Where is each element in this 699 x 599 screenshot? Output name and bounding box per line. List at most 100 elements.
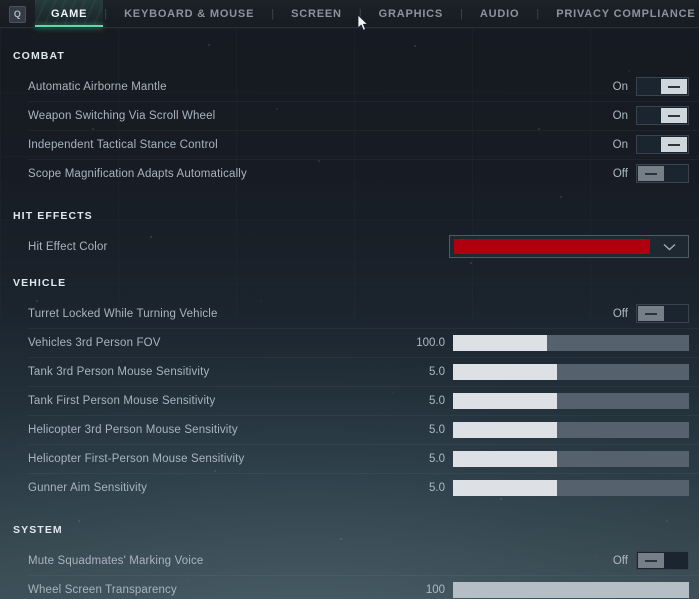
settings-tab-bar: Q GAME | KEYBOARD & MOUSE | SCREEN | GRAPHICS |… [0,0,699,28]
setting-label: Helicopter 3rd Person Mouse Sensitivity [28,423,238,436]
tab-keyboard-mouse[interactable]: KEYBOARD & MOUSE [108,0,270,28]
setting-row[interactable]: Gunner Aim Sensitivity 5.0 [0,473,699,502]
mouse-cursor [358,15,369,31]
tab-privacy-compliance[interactable]: PRIVACY COMPLIANCE [540,0,699,28]
prev-page-key-q[interactable]: Q [9,5,26,23]
setting-row[interactable]: Tank 3rd Person Mouse Sensitivity 5.0 [0,357,699,386]
setting-label: Wheel Screen Transparency [28,583,177,596]
slider-fill [453,581,689,598]
slider-fill [453,334,548,351]
setting-toggle[interactable] [636,304,689,323]
tab-label: GRAPHICS [378,8,444,20]
tab-graphics[interactable]: GRAPHICS [363,0,459,28]
setting-label: Tank First Person Mouse Sensitivity [28,394,216,407]
setting-row[interactable]: Vehicles 3rd Person FOV 100.0 [0,328,699,357]
tab-label: KEYBOARD & MOUSE [124,8,255,20]
prev-page-key-label: Q [13,9,22,19]
setting-value: On [612,109,628,122]
setting-row[interactable]: Wheel Screen Transparency 100 [0,575,699,599]
active-tab-underline [35,25,104,28]
setting-row[interactable]: Helicopter First-Person Mouse Sensitivit… [0,444,699,473]
setting-toggle[interactable] [636,77,689,96]
setting-row[interactable]: Mute Squadmates' Marking Voice Off [0,546,699,575]
setting-slider[interactable] [453,421,689,438]
hit-effect-color-dropdown[interactable] [449,235,689,258]
setting-value: 5.0 [429,452,445,465]
slider-fill [453,392,557,409]
tab-label: PRIVACY COMPLIANCE [556,8,696,20]
section-title-combat: COMBAT [13,50,65,62]
setting-label: Weapon Switching Via Scroll Wheel [28,109,216,122]
toggle-knob [661,137,687,152]
setting-row[interactable]: Independent Tactical Stance Control On [0,130,699,159]
setting-label: Gunner Aim Sensitivity [28,481,147,494]
setting-value: 5.0 [429,423,445,436]
tab-game[interactable]: GAME [35,0,104,28]
setting-label: Tank 3rd Person Mouse Sensitivity [28,365,210,378]
toggle-knob [661,79,687,94]
setting-slider[interactable] [453,450,689,467]
section-title-system: SYSTEM [13,524,63,536]
setting-toggle[interactable] [636,106,689,125]
section-title-vehicle: VEHICLE [13,277,67,289]
chevron-down-icon [650,243,688,251]
toggle-knob [638,553,664,568]
slider-fill [453,450,557,467]
setting-label: Scope Magnification Adapts Automatically [28,167,247,180]
setting-label: Mute Squadmates' Marking Voice [28,554,204,567]
section-title-hit-effects: HIT EFFECTS [13,210,93,222]
setting-value: Off [612,307,628,320]
color-swatch [454,239,650,254]
slider-fill [453,421,557,438]
setting-slider[interactable] [453,334,689,351]
setting-value: 5.0 [429,365,445,378]
setting-value: 100.0 [416,336,445,349]
setting-label: Turret Locked While Turning Vehicle [28,307,218,320]
tab-label: GAME [51,8,88,20]
setting-value: On [612,80,628,93]
setting-row[interactable]: Tank First Person Mouse Sensitivity 5.0 [0,386,699,415]
setting-row[interactable]: Helicopter 3rd Person Mouse Sensitivity 5… [0,415,699,444]
setting-slider[interactable] [453,581,689,598]
setting-label: Automatic Airborne Mantle [28,80,167,93]
setting-row[interactable]: Scope Magnification Adapts Automatically… [0,159,699,188]
setting-value: 5.0 [429,481,445,494]
setting-toggle[interactable] [636,551,689,570]
setting-slider[interactable] [453,479,689,496]
tab-label: AUDIO [479,8,520,20]
settings-content: COMBAT Automatic Airborne Mantle On Weapon… [0,28,699,599]
setting-value: Off [612,554,628,567]
toggle-knob [638,306,664,321]
combat-section-rows: Automatic Airborne Mantle On Weapon Switch… [0,72,699,188]
setting-row[interactable]: Turret Locked While Turning Vehicle Off [0,299,699,328]
setting-value: Off [612,167,628,180]
slider-fill [453,479,557,496]
setting-value: On [612,138,628,151]
setting-toggle[interactable] [636,164,689,183]
tab-label: SCREEN [291,8,342,20]
setting-row[interactable]: Automatic Airborne Mantle On [0,72,699,101]
setting-label: Vehicles 3rd Person FOV [28,336,161,349]
setting-toggle[interactable] [636,135,689,154]
hit-effects-section-rows: Hit Effect Color [0,232,699,261]
setting-slider[interactable] [453,363,689,380]
slider-fill [453,363,557,380]
toggle-knob [661,108,687,123]
setting-row[interactable]: Weapon Switching Via Scroll Wheel On [0,101,699,130]
setting-slider[interactable] [453,392,689,409]
setting-row[interactable]: Hit Effect Color [0,232,699,261]
tab-audio[interactable]: AUDIO [464,0,535,28]
tab-screen[interactable]: SCREEN [275,0,358,28]
setting-value: 5.0 [429,394,445,407]
setting-label: Helicopter First-Person Mouse Sensitivit… [28,452,245,465]
system-section-rows: Mute Squadmates' Marking Voice Off Wheel S… [0,546,699,599]
setting-value: 100 [425,583,445,596]
setting-label: Hit Effect Color [28,240,108,253]
